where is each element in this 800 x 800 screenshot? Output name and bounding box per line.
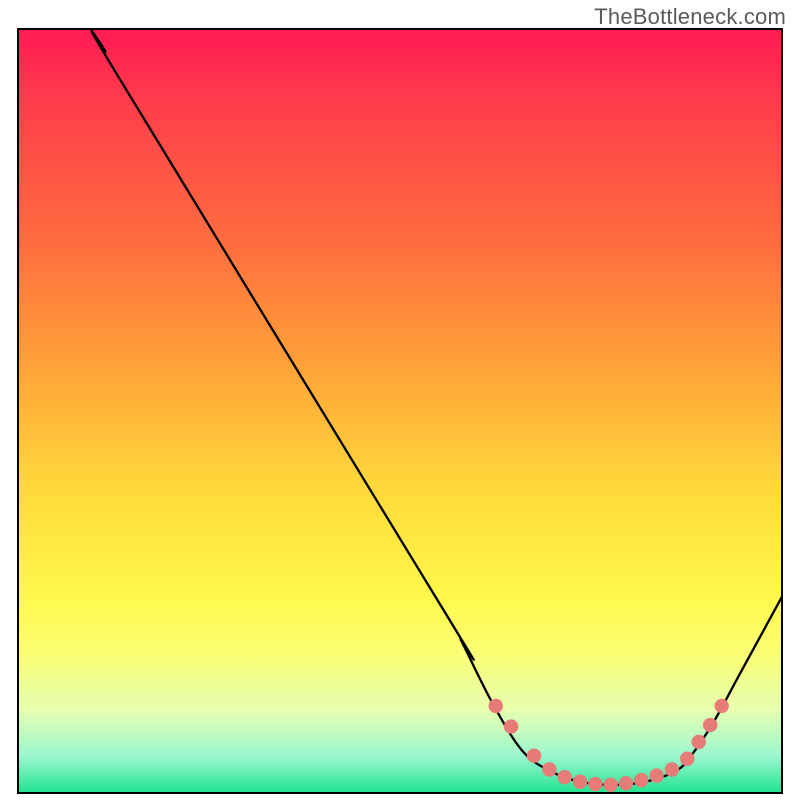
gradient-background: [17, 28, 783, 794]
attribution-label: TheBottleneck.com: [594, 4, 786, 30]
plot-area: [17, 28, 783, 794]
chart-container: TheBottleneck.com: [0, 0, 800, 800]
